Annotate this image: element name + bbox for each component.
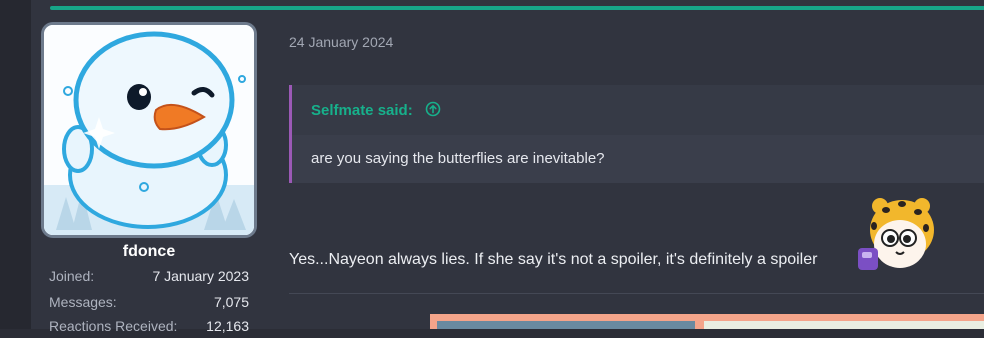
snowman-avatar-icon — [44, 25, 254, 235]
stat-reactions: Reactions Received: 12,163 — [49, 318, 249, 338]
post-accent-bar — [50, 6, 984, 10]
username[interactable]: fdonce — [41, 243, 257, 261]
avatar-image — [44, 25, 254, 235]
left-strip — [0, 0, 31, 329]
stat-value: 7 January 2023 — [152, 268, 249, 284]
quote-header: Selfmate said: — [292, 85, 984, 135]
stat-value: 12,163 — [206, 318, 249, 334]
stat-label: Messages: — [49, 294, 117, 310]
quote-text: are you saying the butterflies are inevi… — [311, 150, 605, 167]
attachment-thumbnail[interactable] — [437, 321, 695, 329]
arrow-up-circle-icon[interactable] — [425, 101, 441, 117]
stat-joined: Joined: 7 January 2023 — [49, 268, 249, 288]
quote-author-link[interactable]: Selfmate said: — [311, 102, 413, 119]
stat-messages: Messages: 7,075 — [49, 294, 249, 314]
quote-block: Selfmate said: are you saying the butter… — [289, 85, 984, 183]
user-avatar[interactable] — [41, 22, 257, 238]
post-body-text: Yes...Nayeon always lies. If she say it'… — [289, 251, 818, 268]
post-divider — [289, 293, 984, 294]
post-date[interactable]: 24 January 2024 — [289, 34, 393, 50]
stat-value: 7,075 — [213, 294, 249, 310]
attachment-thumbnail[interactable] — [704, 321, 984, 329]
stat-label: Reactions Received: — [49, 318, 178, 334]
sticker-emote-icon — [858, 198, 934, 270]
stat-label: Joined: — [49, 268, 95, 284]
